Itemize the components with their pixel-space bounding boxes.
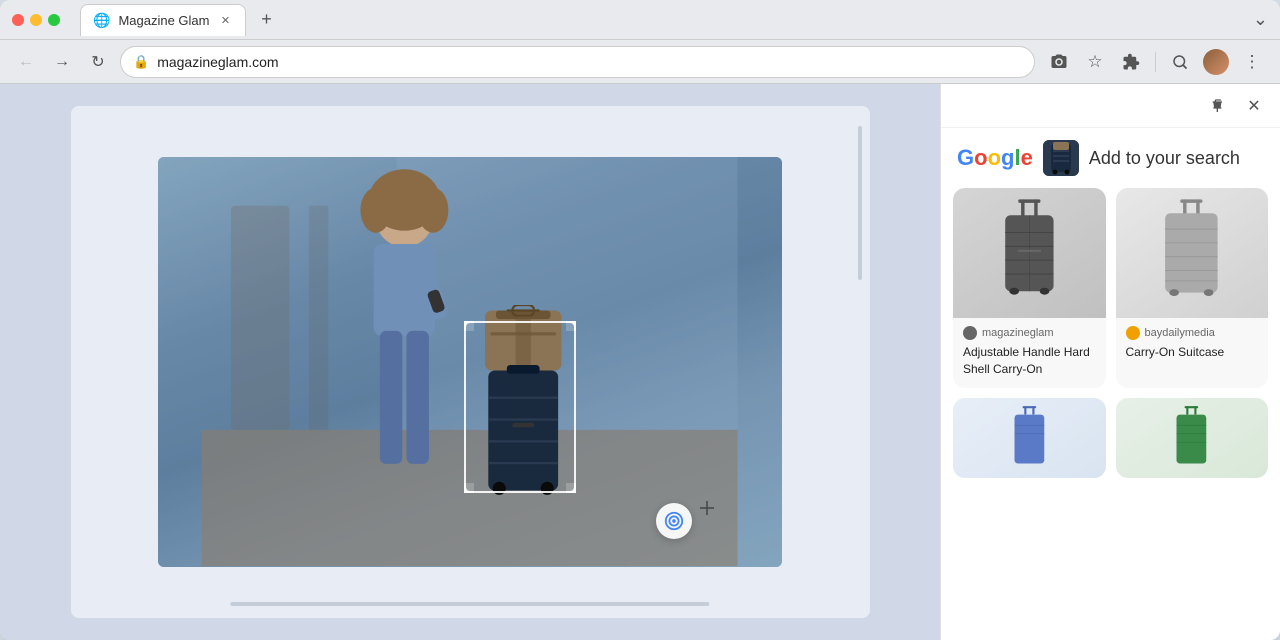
suitcase-svg-1 [976,198,1083,309]
product-card-4[interactable] [1116,398,1269,478]
profile-button[interactable] [1200,46,1232,78]
active-tab[interactable]: 🌐 Magazine Glam ✕ [80,4,246,36]
menu-button[interactable]: ⋮ [1236,46,1268,78]
product-title-2: Carry-On Suitcase [1126,344,1259,361]
bookmark-button[interactable]: ☆ [1079,46,1111,78]
tab-title: Magazine Glam [118,13,209,28]
lens-icon[interactable] [1043,46,1075,78]
title-bar: 🌐 Magazine Glam ✕ + ⌄ [0,0,1280,40]
browser-window: 🌐 Magazine Glam ✕ + ⌄ ← → ↻ 🔒 magazinegl… [0,0,1280,640]
webpage-area [0,84,940,640]
lens-icon-svg [663,510,685,532]
panel-header: ✕ [941,84,1280,128]
url-text: magazineglam.com [157,54,1022,70]
suitcase-svg-4 [1138,404,1245,472]
product-source-1: magazineglam [963,326,1096,340]
search-image-thumbnail [1043,140,1079,176]
google-logo: Google [957,145,1033,171]
source-dot-1 [963,326,977,340]
google-lens-sidebar-button[interactable] [1164,46,1196,78]
suitcase-svg-2 [1138,198,1245,309]
minimize-window-button[interactable] [30,14,42,26]
forward-button[interactable]: → [48,48,76,76]
source-dot-2 [1126,326,1140,340]
ssl-lock-icon: 🔒 [133,54,149,70]
product-card-1[interactable]: magazineglam Adjustable Handle Hard Shel… [953,188,1106,388]
search-title-text: Add to your search [1089,148,1240,169]
close-panel-button[interactable]: ✕ [1240,92,1268,120]
puzzle-svg [1122,53,1140,71]
product-image-1 [953,188,1106,318]
thumb-svg [1043,140,1079,176]
webpage-inner [71,106,870,618]
tab-bar: 🌐 Magazine Glam ✕ + ⌄ [80,4,1268,36]
product-info-2: baydailymedia Carry-On Suitcase [1116,318,1269,371]
pin-button[interactable] [1204,92,1232,120]
reload-button[interactable]: ↻ [84,48,112,76]
product-image-3 [953,398,1106,478]
product-card-2[interactable]: baydailymedia Carry-On Suitcase [1116,188,1269,388]
vertical-scrollbar[interactable] [858,126,862,279]
back-button[interactable]: ← [12,48,40,76]
horizontal-scrollbar[interactable] [230,602,709,606]
main-content: ✕ Google [0,84,1280,640]
close-window-button[interactable] [12,14,24,26]
tab-expand-button[interactable]: ⌄ [1253,9,1268,30]
drag-crosshair [700,501,714,515]
right-panel: ✕ Google [940,84,1280,640]
source-name-1: magazineglam [982,327,1054,339]
extensions-button[interactable] [1115,46,1147,78]
new-tab-button[interactable]: + [252,6,280,34]
corner-bl [464,483,474,493]
google-lens-button[interactable] [656,503,692,539]
suitcase-svg-3 [976,404,1083,472]
lens-sidebar-svg [1171,53,1189,71]
product-image-2 [1116,188,1269,318]
product-info-1: magazineglam Adjustable Handle Hard Shel… [953,318,1106,388]
nav-bar: ← → ↻ 🔒 magazineglam.com ☆ [0,40,1280,84]
product-source-2: baydailymedia [1126,326,1259,340]
corner-tl [464,321,474,331]
nav-separator [1155,52,1156,72]
product-title-1: Adjustable Handle Hard Shell Carry-On [963,344,1096,378]
address-bar[interactable]: 🔒 magazineglam.com [120,46,1035,78]
photo-background [158,157,781,566]
selection-box [464,321,576,493]
maximize-window-button[interactable] [48,14,60,26]
corner-br [566,483,576,493]
traffic-lights [12,14,60,26]
search-header: Google Add to you [941,128,1280,188]
corner-tr [566,321,576,331]
profile-avatar [1203,49,1229,75]
product-card-3[interactable] [953,398,1106,478]
product-image-4 [1116,398,1269,478]
camera-svg [1050,53,1068,71]
main-image [158,157,781,566]
tab-favicon: 🌐 [93,12,110,29]
nav-actions: ☆ ⋮ [1043,46,1268,78]
pin-icon [1210,98,1226,114]
tab-close-button[interactable]: ✕ [217,12,233,28]
products-grid: magazineglam Adjustable Handle Hard Shel… [941,188,1280,490]
source-name-2: baydailymedia [1145,327,1215,339]
